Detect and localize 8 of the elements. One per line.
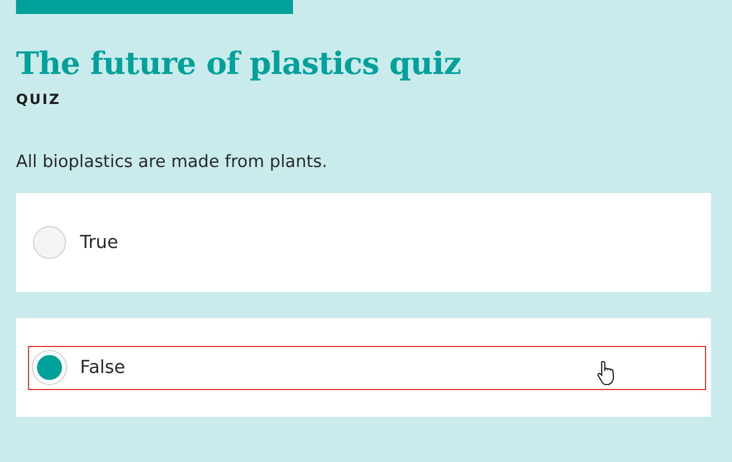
option-label[interactable]: True [80, 232, 118, 253]
radio-button[interactable] [33, 226, 66, 259]
option-label[interactable]: False [80, 357, 126, 378]
focus-outline[interactable]: False [28, 346, 706, 390]
hand-pointer-icon [597, 360, 617, 386]
quiz-label: QUIZ [16, 92, 62, 108]
question-text: All bioplastics are made from plants. [16, 152, 328, 172]
quiz-title: The future of plastics quiz [16, 45, 462, 84]
